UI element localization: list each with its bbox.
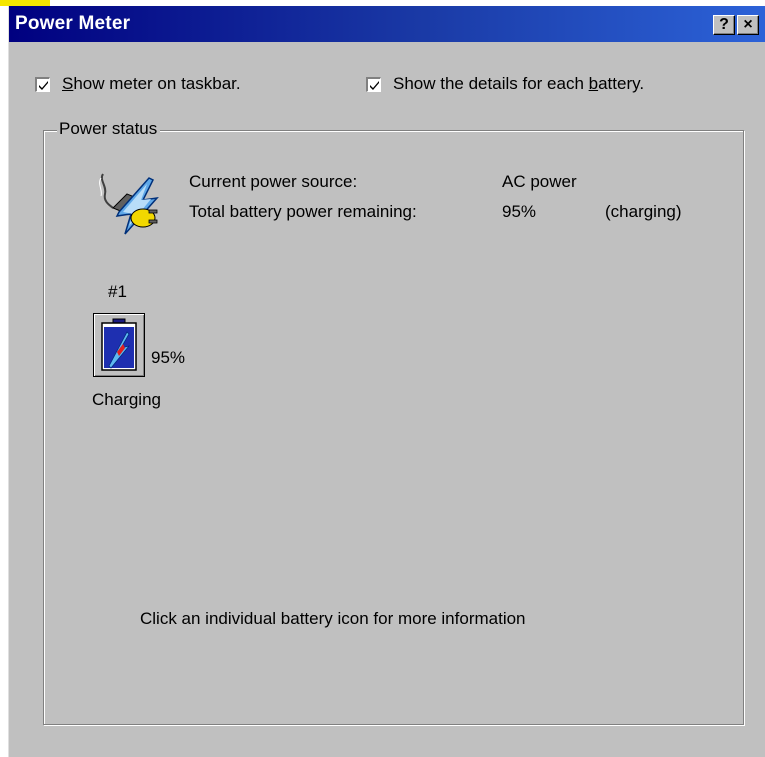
show-meter-checkbox[interactable] xyxy=(35,76,50,92)
show-details-checkbox[interactable] xyxy=(366,76,381,92)
battery-number: #1 xyxy=(108,282,127,301)
show-details-label: Show the details for each battery. xyxy=(393,74,645,93)
battery-remaining-label: Total battery power remaining: xyxy=(189,202,417,221)
battery-percent: 95% xyxy=(151,348,186,367)
power-status-legend: Power status xyxy=(57,119,161,139)
battery-remaining-state: (charging) xyxy=(605,202,682,221)
battery-status: Charging xyxy=(92,390,161,409)
show-meter-option[interactable]: Show meter on taskbar. xyxy=(35,74,241,94)
battery-1-button[interactable] xyxy=(93,313,145,377)
check-icon xyxy=(370,80,379,90)
help-button[interactable]: ? xyxy=(713,15,735,35)
show-details-option[interactable]: Show the details for each battery. xyxy=(366,74,644,94)
close-button[interactable]: × xyxy=(737,15,759,35)
battery-remaining-value: 95% xyxy=(502,202,537,221)
power-meter-dialog: Power Meter ? × Show meter on taskbar. S… xyxy=(8,6,765,757)
show-details-accesskey: b xyxy=(588,74,599,93)
show-meter-accesskey: S xyxy=(62,74,74,93)
show-meter-label: Show meter on taskbar. xyxy=(62,74,241,93)
plug-power-icon xyxy=(99,173,159,235)
window-title: Power Meter xyxy=(15,13,131,34)
battery-hint-text: Click an individual battery icon for mor… xyxy=(140,609,526,628)
power-source-label: Current power source: xyxy=(189,172,358,191)
check-icon xyxy=(39,80,48,90)
battery-icon xyxy=(101,318,137,371)
title-bar[interactable]: Power Meter ? × xyxy=(9,6,765,42)
power-source-value: AC power xyxy=(502,172,577,191)
